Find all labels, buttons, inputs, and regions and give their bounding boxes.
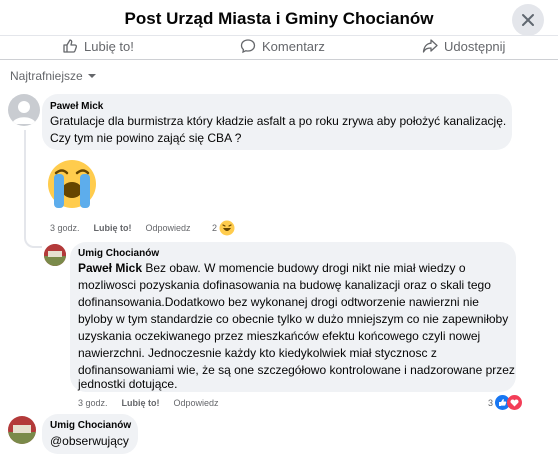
reply-text-line: uzyskania oczekiwanego przez mieszkańców… bbox=[78, 329, 481, 343]
reply-text-fragment: Bez obaw. W momencie budowy drogi nikt n… bbox=[142, 261, 466, 275]
dialog-header: Post Urząd Miasta i Gminy Chocianów bbox=[0, 0, 558, 36]
town-hall-logo-icon bbox=[44, 244, 66, 266]
town-hall-logo-icon bbox=[8, 416, 36, 444]
comment-action-label: Komentarz bbox=[262, 38, 325, 54]
reply-author[interactable]: Umig Chocianów bbox=[78, 248, 159, 259]
reply-text-line: dofinansowania.Dodatkowo bez wykonanej d… bbox=[78, 295, 479, 309]
chevron-down-icon bbox=[87, 74, 96, 78]
share-action-label: Udostępnij bbox=[444, 38, 506, 54]
close-icon bbox=[522, 14, 534, 26]
reply-like-button[interactable]: Lubię to! bbox=[122, 398, 160, 408]
reply-reactions-count: 3 bbox=[488, 397, 494, 408]
mention-link[interactable]: Paweł Mick bbox=[78, 261, 142, 275]
comment-reply-button[interactable]: Odpowiedz bbox=[146, 223, 191, 233]
dialog-title: Post Urząd Miasta i Gminy Chocianów bbox=[124, 9, 434, 28]
crying-face-sticker-icon bbox=[48, 160, 96, 208]
love-reaction-icon bbox=[507, 395, 523, 410]
reply-reply-button[interactable]: Odpowiedz bbox=[174, 398, 219, 408]
comment-text-line: Gratulacje dla burmistrza który kładzie … bbox=[50, 114, 507, 128]
reply-text-line: nawierzchni. Jednoczesnie każdy kto kied… bbox=[78, 346, 437, 360]
haha-reaction-icon bbox=[219, 220, 235, 236]
page-avatar[interactable] bbox=[8, 416, 36, 444]
comment-text-line: Czy tym nie powino zająć się CBA ? bbox=[50, 131, 242, 145]
reactions-count: 2 bbox=[212, 223, 218, 233]
share-icon bbox=[422, 39, 438, 53]
reply-text-line: mozliwosci pozyskania dofinasowania na b… bbox=[78, 278, 491, 292]
commenter-avatar[interactable] bbox=[8, 94, 40, 126]
comment-action-button[interactable]: Komentarz bbox=[240, 38, 325, 54]
comment-bubble: Paweł Mick Gratulacje dla burmistrza któ… bbox=[42, 94, 512, 150]
thread-connector bbox=[24, 130, 42, 248]
reply-comment-bubble: Umig Chocianów Paweł Mick Bez obaw. W mo… bbox=[70, 242, 516, 392]
comment-author[interactable]: Umig Chocianów bbox=[50, 420, 131, 431]
comment-time[interactable]: 3 godz. bbox=[50, 223, 80, 233]
comment-reactions[interactable]: 2 bbox=[212, 220, 235, 236]
comment-like-button[interactable]: Lubię to! bbox=[94, 223, 132, 233]
comment-icon bbox=[240, 39, 256, 54]
comment-sort-dropdown[interactable]: Najtrafniejsze bbox=[10, 69, 97, 83]
like-action-label: Lubię to! bbox=[84, 38, 134, 54]
comment-bubble: Umig Chocianów @obserwujący bbox=[42, 414, 138, 454]
comment-author[interactable]: Paweł Mick bbox=[50, 101, 103, 112]
default-user-icon bbox=[12, 101, 36, 124]
close-button[interactable] bbox=[512, 4, 544, 36]
thumbs-up-icon bbox=[63, 39, 78, 53]
post-action-bar: Lubię to! Komentarz Udostępnij bbox=[0, 36, 558, 60]
reply-text-first-line: Paweł Mick Bez obaw. W momencie budowy d… bbox=[78, 260, 466, 277]
share-action-button[interactable]: Udostępnij bbox=[422, 38, 505, 54]
like-action-button[interactable]: Lubię to! bbox=[62, 38, 134, 54]
reply-text-line: jednostki dotujące. bbox=[78, 377, 178, 391]
reply-time[interactable]: 3 godz. bbox=[78, 398, 108, 408]
reply-meta: 3 godz. Lubię to! Odpowiedz bbox=[78, 398, 233, 408]
page-avatar[interactable] bbox=[44, 244, 66, 266]
reply-text-line: byloby w tym standardzie co obecnie tylk… bbox=[78, 312, 509, 326]
comment-text: @obserwujący bbox=[50, 434, 129, 448]
sort-label: Najtrafniejsze bbox=[10, 69, 83, 83]
reply-reactions[interactable]: 3 bbox=[488, 395, 523, 410]
comment-meta: 3 godz. Lubię to! Odpowiedz bbox=[50, 223, 205, 233]
